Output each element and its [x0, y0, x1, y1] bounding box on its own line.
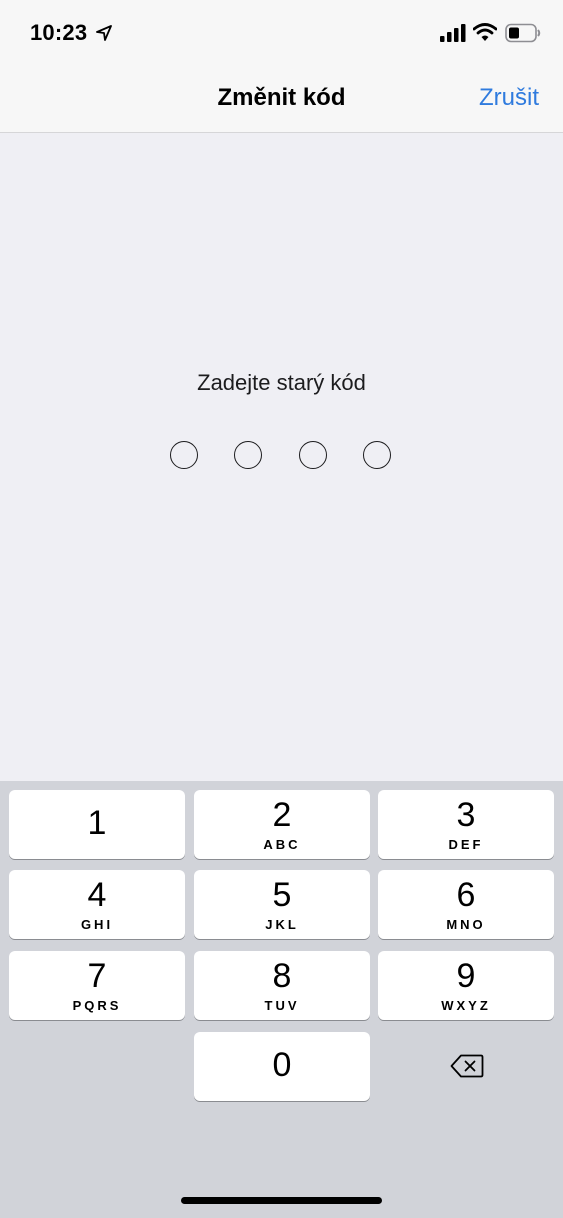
key-7[interactable]: 7 PQRS [9, 951, 185, 1020]
key-2[interactable]: 2 ABC [194, 790, 370, 859]
key-0[interactable]: 0 [194, 1032, 370, 1101]
passcode-prompt: Zadejte starý kód [197, 370, 366, 395]
backspace-icon [450, 1054, 484, 1078]
passcode-dots [0, 441, 563, 471]
location-arrow-icon [96, 25, 112, 41]
key-6[interactable]: 6 MNO [378, 870, 554, 939]
change-passcode-screen: 10:23 Změnit kód Zrušit Zadejte starý kó… [0, 0, 563, 1218]
cancel-button[interactable]: Zrušit [479, 84, 539, 112]
key-9[interactable]: 9 WXYZ [378, 951, 554, 1020]
delete-button[interactable] [378, 1032, 554, 1101]
wifi-icon [473, 23, 497, 41]
cellular-signal-icon [440, 24, 466, 42]
key-8[interactable]: 8 TUV [194, 951, 370, 1020]
status-time: 10:23 [30, 20, 88, 45]
passcode-dot [299, 441, 327, 469]
numeric-keypad: 1 2 ABC 3 DEF 4 GHI 5 JKL 6 MNO 7 PQRS 8… [0, 781, 563, 1218]
key-3[interactable]: 3 DEF [378, 790, 554, 859]
navigation-bar: Změnit kód Zrušit [0, 66, 563, 133]
passcode-dot [363, 441, 391, 469]
home-indicator[interactable] [181, 1197, 382, 1204]
battery-icon [505, 23, 541, 43]
key-4[interactable]: 4 GHI [9, 870, 185, 939]
passcode-dot [234, 441, 262, 469]
passcode-dot [170, 441, 198, 469]
status-bar: 10:23 [0, 0, 563, 66]
key-5[interactable]: 5 JKL [194, 870, 370, 939]
key-1[interactable]: 1 [9, 790, 185, 859]
